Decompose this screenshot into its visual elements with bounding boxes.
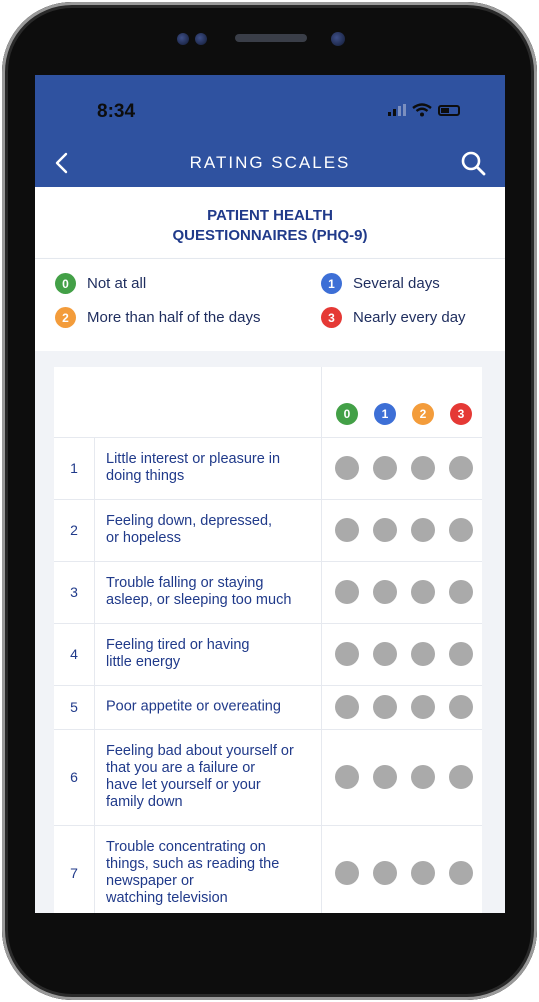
answer-radio-0[interactable]: [335, 580, 359, 604]
answer-radio-1[interactable]: [373, 518, 397, 542]
question-text: Trouble falling or staying asleep, or sl…: [106, 575, 292, 608]
legend-item-2: 2 More than half of the days: [55, 307, 260, 328]
question-text: Feeling tired or having little energy: [106, 637, 250, 670]
title-line-1: PATIENT HEALTH: [207, 207, 333, 224]
legend-label: Not at all: [87, 275, 147, 292]
table-header: 0 1 2 3: [54, 367, 482, 438]
answer-radio-1[interactable]: [373, 765, 397, 789]
table-row: 6 Feeling bad about yourself or that you…: [54, 729, 482, 826]
app-screen: 8:34 RATING SCALES PATIENT HEALTH QUESTI…: [35, 75, 505, 913]
answer-radio-2[interactable]: [411, 580, 435, 604]
answer-radio-3[interactable]: [449, 518, 473, 542]
answer-radio-3[interactable]: [449, 861, 473, 885]
row-number: 1: [54, 437, 95, 499]
answer-radio-1[interactable]: [373, 642, 397, 666]
signal-icon: [388, 104, 406, 116]
legend-item-1: 1 Several days: [321, 273, 440, 294]
question-text: Feeling bad about yourself or that you a…: [106, 743, 294, 810]
answer-radio-3[interactable]: [449, 642, 473, 666]
score-2-badge: 2: [55, 307, 76, 328]
row-number: 6: [54, 729, 95, 825]
row-number: 7: [54, 825, 95, 913]
score-3-badge: 3: [321, 307, 342, 328]
answer-radio-0[interactable]: [335, 642, 359, 666]
score-0-badge: 0: [55, 273, 76, 294]
answer-radio-2[interactable]: [411, 861, 435, 885]
score-1-badge: 1: [321, 273, 342, 294]
answer-radio-3[interactable]: [449, 456, 473, 480]
row-number: 3: [54, 561, 95, 623]
title-line-2: QUESTIONNAIRES (PHQ-9): [172, 227, 368, 244]
questionnaire-title: PATIENT HEALTH QUESTIONNAIRES (PHQ-9): [35, 187, 505, 259]
sensor-dot: [177, 33, 189, 45]
row-number: 4: [54, 623, 95, 685]
answer-radio-0[interactable]: [335, 456, 359, 480]
legend-item-3: 3 Nearly every day: [321, 307, 466, 328]
table-row: 1 Little interest or pleasure in doing t…: [54, 437, 482, 500]
front-camera: [331, 32, 345, 46]
answer-radio-0[interactable]: [335, 765, 359, 789]
table-row: 3 Trouble falling or staying asleep, or …: [54, 561, 482, 624]
header-score-2: 2: [412, 403, 434, 425]
row-number: 2: [54, 499, 95, 561]
question-text: Poor appetite or overeating: [106, 698, 281, 715]
header-score-0: 0: [336, 403, 358, 425]
wifi-icon: [412, 103, 432, 117]
speaker-grille: [235, 34, 307, 42]
battery-icon: [438, 104, 460, 116]
page-title: RATING SCALES: [189, 153, 351, 172]
table-row: 5 Poor appetite or overeating: [54, 685, 482, 730]
row-number: 5: [54, 685, 95, 729]
status-icons: [388, 103, 460, 117]
sensor-dot: [195, 33, 207, 45]
answer-radio-3[interactable]: [449, 580, 473, 604]
answer-radio-0[interactable]: [335, 518, 359, 542]
legend-label: Nearly every day: [353, 309, 466, 326]
status-time: 8:34: [97, 101, 136, 122]
answer-radio-1[interactable]: [373, 861, 397, 885]
answer-radio-0[interactable]: [335, 695, 359, 719]
answer-radio-0[interactable]: [335, 861, 359, 885]
top-bar: 8:34 RATING SCALES: [35, 75, 505, 187]
answer-radio-3[interactable]: [449, 695, 473, 719]
score-legend: 0 Not at all 1 Several days 2 More than …: [35, 259, 505, 351]
table-row: 7 Trouble concentrating on things, such …: [54, 825, 482, 913]
legend-label: Several days: [353, 275, 440, 292]
question-text: Feeling down, depressed, or hopeless: [106, 513, 273, 546]
table-row: 4 Feeling tired or having little energy: [54, 623, 482, 686]
answer-radio-2[interactable]: [411, 765, 435, 789]
question-text: Trouble concentrating on things, such as…: [106, 839, 280, 906]
answer-radio-2[interactable]: [411, 695, 435, 719]
search-icon[interactable]: [459, 149, 487, 177]
answer-radio-1[interactable]: [373, 695, 397, 719]
answer-radio-2[interactable]: [411, 642, 435, 666]
header-score-3: 3: [450, 403, 472, 425]
answer-radio-1[interactable]: [373, 456, 397, 480]
answer-radio-2[interactable]: [411, 456, 435, 480]
legend-item-0: 0 Not at all: [55, 273, 146, 294]
legend-label: More than half of the days: [87, 309, 261, 326]
answer-radio-3[interactable]: [449, 765, 473, 789]
answer-radio-1[interactable]: [373, 580, 397, 604]
table-row: 2 Feeling down, depressed, or hopeless: [54, 499, 482, 562]
phq9-table: 0 1 2 3 1 Little interest or pleasure in…: [54, 367, 482, 913]
answer-radio-2[interactable]: [411, 518, 435, 542]
phone-sensor-bar: [177, 30, 362, 48]
header-score-1: 1: [374, 403, 396, 425]
question-text: Little interest or pleasure in doing thi…: [106, 451, 281, 484]
